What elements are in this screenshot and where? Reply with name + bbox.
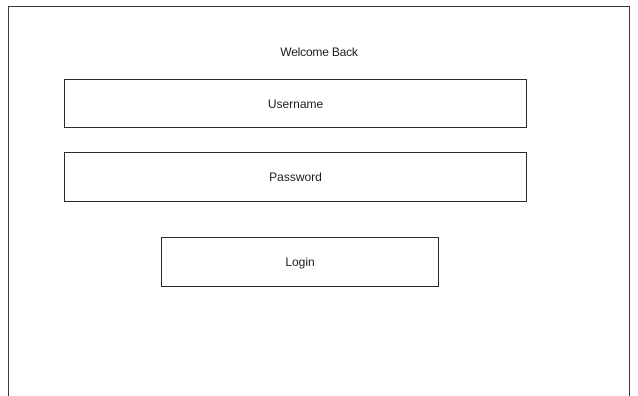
username-field[interactable] xyxy=(64,79,527,128)
password-field[interactable] xyxy=(64,152,527,202)
page-title: Welcome Back xyxy=(280,45,358,59)
login-panel: Welcome Back Login xyxy=(8,6,630,396)
login-button[interactable]: Login xyxy=(161,237,439,287)
